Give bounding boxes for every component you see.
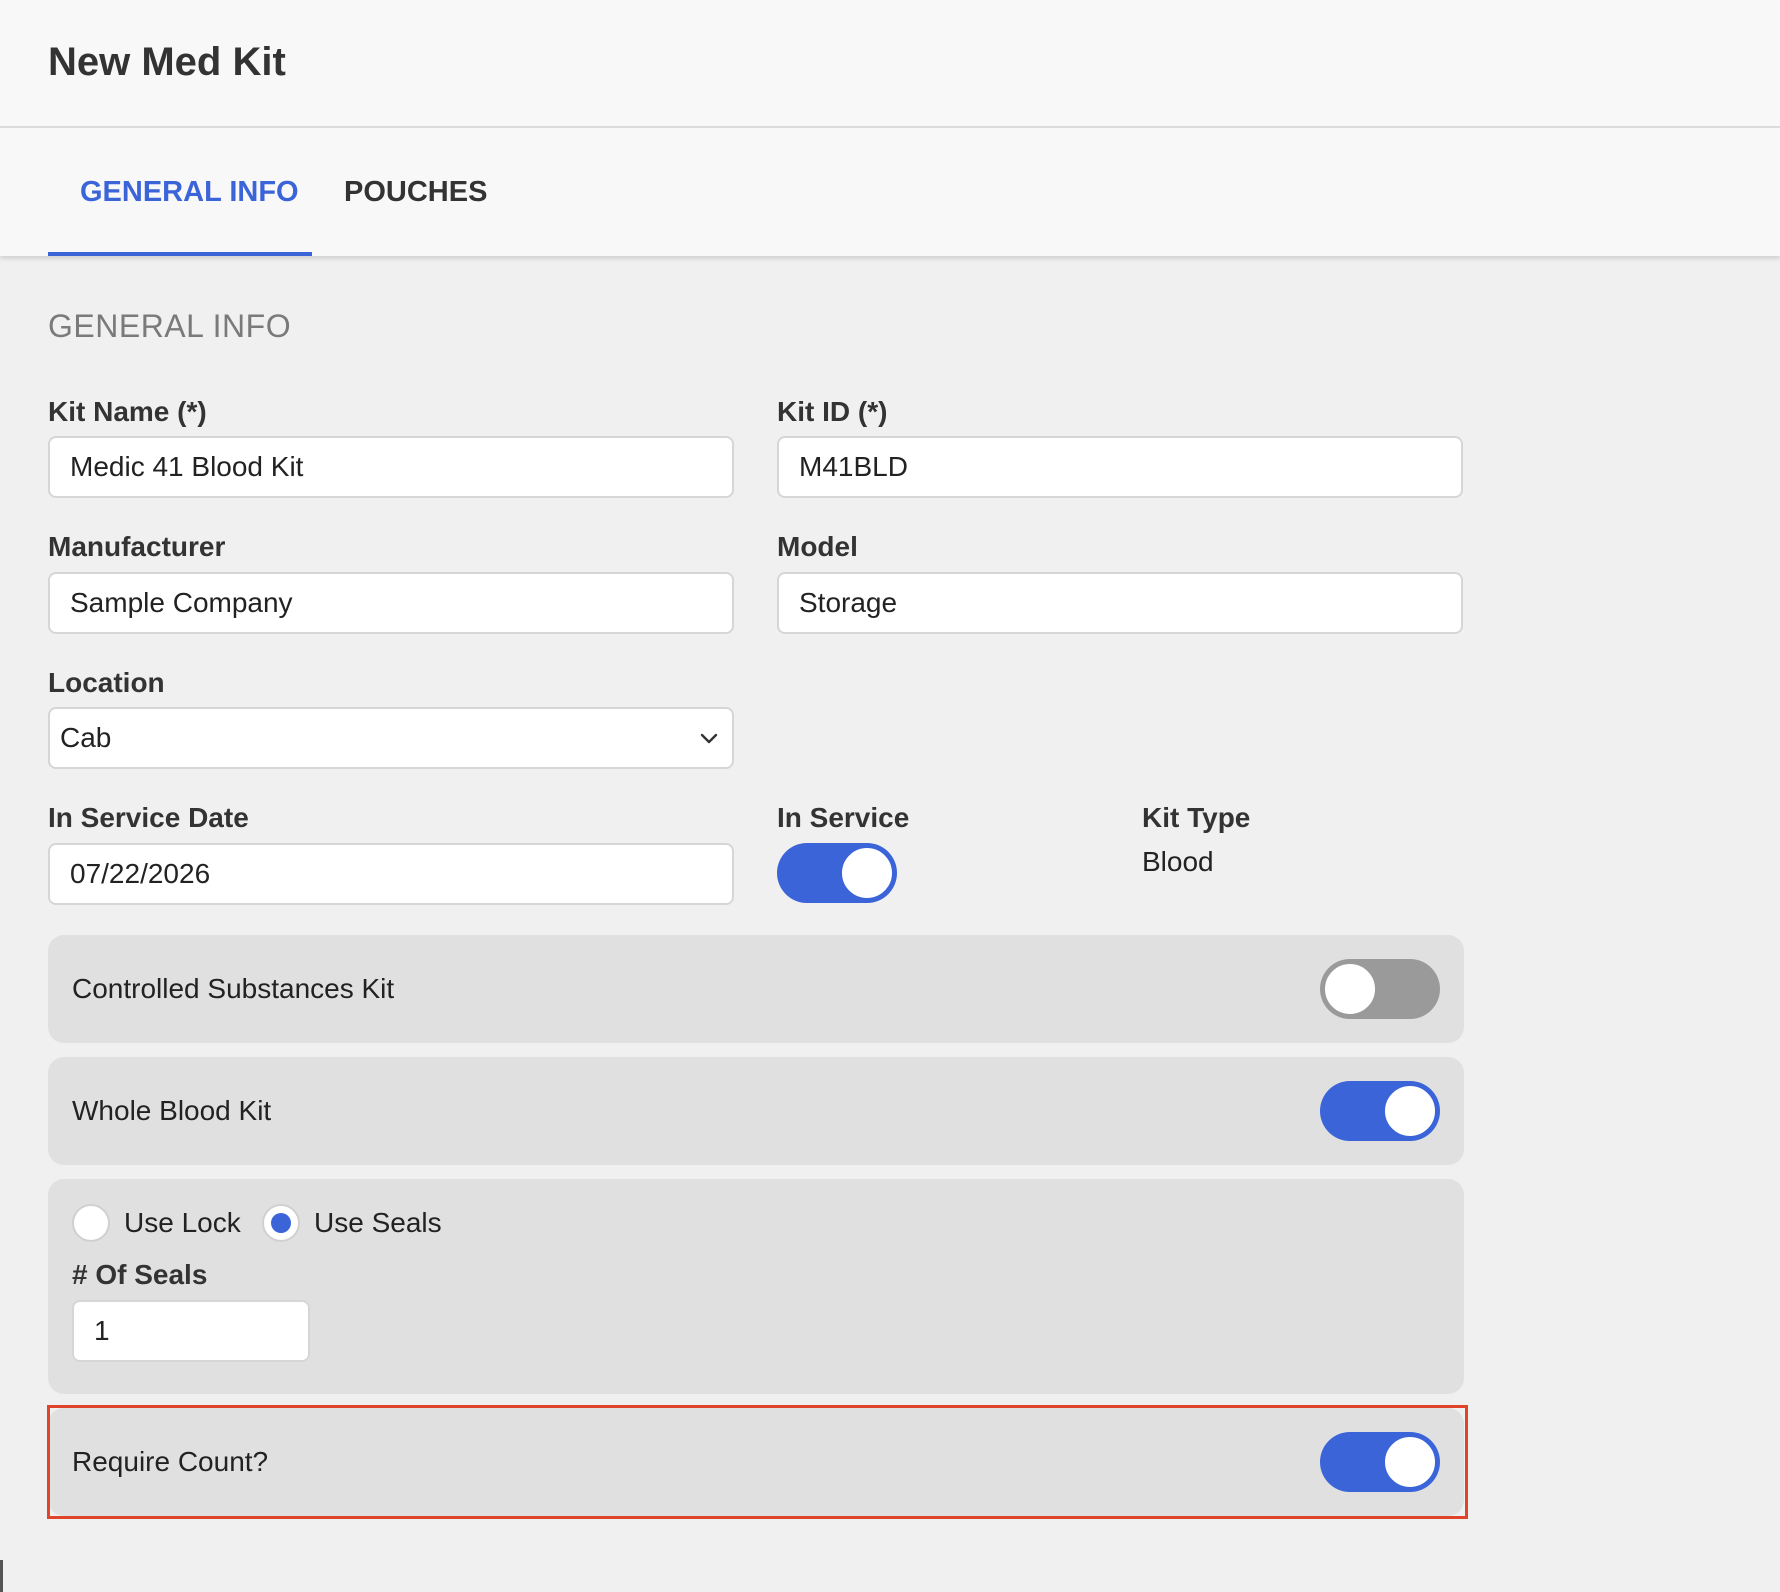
location-selected-value: Cab (60, 722, 112, 753)
toggle-knob (840, 846, 894, 900)
model-input[interactable] (777, 572, 1463, 634)
controlled-substances-panel: Controlled Substances Kit (48, 935, 1464, 1043)
scrollbar-fragment (0, 1560, 3, 1592)
kit-name-label: Kit Name (*) (48, 396, 207, 427)
tab-bar: GENERAL INFO POUCHES (0, 128, 1780, 256)
use-seals-label: Use Seals (314, 1207, 442, 1238)
tab-general-info[interactable]: GENERAL INFO (80, 128, 299, 256)
kit-type-label: Kit Type (1142, 802, 1251, 833)
kit-name-input[interactable] (48, 436, 734, 498)
page-title: New Med Kit (48, 40, 286, 84)
whole-blood-panel: Whole Blood Kit (48, 1057, 1464, 1165)
kit-id-label: Kit ID (*) (777, 396, 888, 427)
highlight-box (47, 1405, 1468, 1519)
kit-type-value: Blood (1142, 846, 1214, 877)
toggle-knob (1323, 962, 1377, 1016)
use-seals-radio[interactable] (262, 1204, 300, 1242)
manufacturer-input[interactable] (48, 572, 734, 634)
in-service-toggle[interactable] (777, 843, 897, 903)
controlled-substances-toggle[interactable] (1320, 959, 1440, 1019)
active-tab-indicator (48, 252, 312, 256)
whole-blood-toggle[interactable] (1320, 1081, 1440, 1141)
lock-seals-panel: Use Lock Use Seals # Of Seals (48, 1179, 1464, 1394)
in-service-date-input[interactable] (48, 843, 734, 905)
section-title: GENERAL INFO (48, 308, 292, 344)
location-select[interactable]: Cab (48, 707, 734, 769)
in-service-date-label: In Service Date (48, 802, 249, 833)
controlled-substances-label: Controlled Substances Kit (72, 973, 395, 1004)
in-service-label: In Service (777, 802, 910, 833)
chevron-down-icon (700, 733, 718, 744)
use-lock-label: Use Lock (124, 1207, 241, 1238)
toggle-knob (1383, 1084, 1437, 1138)
page-header: New Med Kit (0, 0, 1780, 128)
tab-pouches[interactable]: POUCHES (344, 128, 487, 256)
kit-id-input[interactable] (777, 436, 1463, 498)
location-label: Location (48, 667, 165, 698)
use-lock-radio[interactable] (72, 1204, 110, 1242)
whole-blood-label: Whole Blood Kit (72, 1095, 272, 1126)
manufacturer-label: Manufacturer (48, 531, 226, 562)
model-label: Model (777, 531, 858, 562)
seals-count-input[interactable] (72, 1300, 310, 1362)
seals-count-label: # Of Seals (72, 1259, 208, 1290)
